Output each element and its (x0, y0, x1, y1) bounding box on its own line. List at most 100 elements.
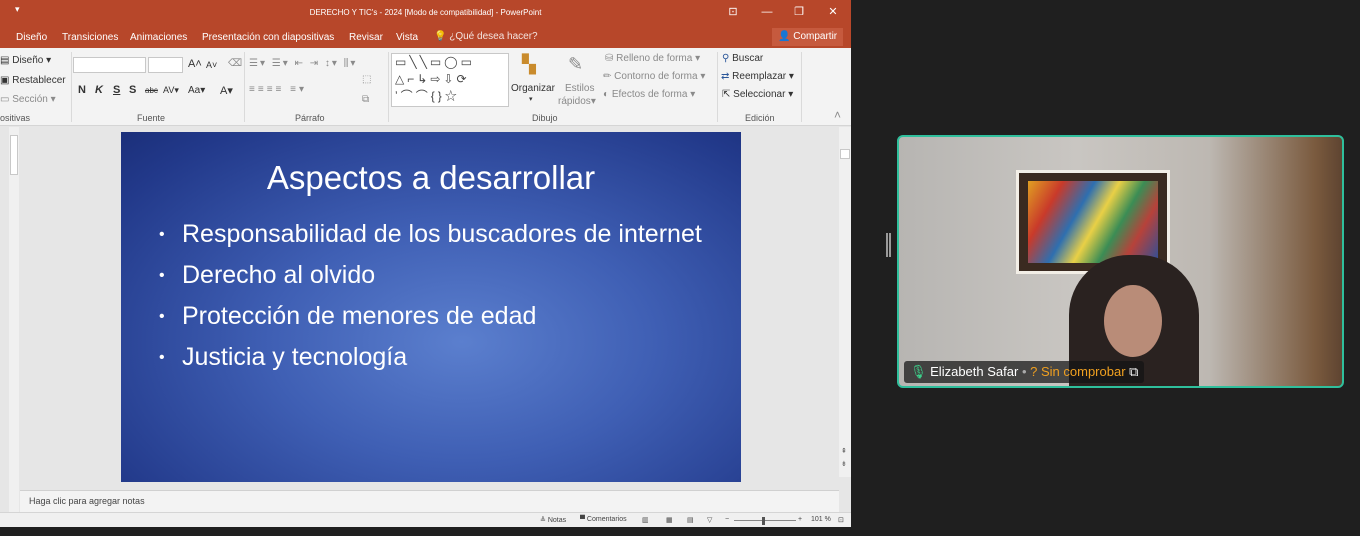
tab-revisar[interactable]: Revisar (349, 32, 383, 43)
separator-dot: • (1021, 364, 1027, 379)
layout-button[interactable]: ▤ Diseño ▾ (0, 55, 51, 66)
zoom-in-icon[interactable]: + (798, 516, 802, 523)
clear-format-icon[interactable]: ⌫ (228, 58, 242, 69)
normal-view-icon[interactable]: ▥ (642, 516, 649, 524)
replace-button[interactable]: ⇄ Reemplazar ▾ (721, 71, 794, 82)
prev-slide-icon[interactable]: ⇞ (841, 447, 847, 455)
tab-vista[interactable]: Vista (396, 32, 418, 43)
zoom-slider-thumb[interactable] (762, 517, 765, 525)
convert-smartart-icon[interactable]: ⧉ (362, 94, 369, 105)
slide-bullets[interactable]: • Responsabilidad de los buscadores de in… (159, 220, 702, 384)
section-button[interactable]: ▭ Sección ▾ (0, 94, 56, 105)
mic-icon: 🎙 (910, 364, 927, 379)
zoom-level[interactable]: 101 % (811, 516, 831, 523)
tab-presentacion[interactable]: Presentación con diapositivas (202, 32, 334, 43)
reset-icon: ▣ (0, 75, 10, 86)
lightbulb-icon: 💡 (434, 31, 447, 42)
tab-animaciones[interactable]: Animaciones (130, 32, 187, 43)
tab-diseno[interactable]: Diseño (16, 32, 47, 43)
shrink-font-button[interactable]: A˅ (206, 60, 217, 70)
shape-outline-button[interactable]: ✏ Contorno de forma ▾ (603, 71, 705, 82)
notes-placeholder: Haga clic para agregar notas (29, 496, 145, 506)
font-name-input[interactable] (73, 57, 146, 73)
restore-ribbon-icon[interactable]: ⊡ (721, 3, 745, 21)
ribbon: ▤ Diseño ▾ ▣ Restablecer ▭ Sección ▾ osi… (0, 48, 851, 126)
layout-icon: ▤ (0, 55, 10, 66)
minimize-icon[interactable]: — (755, 3, 779, 21)
notes-toggle[interactable]: ≜ Notas (540, 516, 566, 524)
separator (717, 52, 718, 122)
char-spacing-button[interactable]: AV▾ (163, 85, 179, 96)
select-button[interactable]: ⇱ Seleccionar ▾ (722, 89, 793, 100)
italic-button[interactable]: K (95, 84, 103, 96)
panel-resize-handle[interactable] (886, 233, 891, 257)
find-button[interactable]: ⚲ Buscar (722, 53, 763, 64)
font-size-input[interactable] (148, 57, 183, 73)
slide-editor[interactable]: Aspectos a desarrollar • Responsabilidad … (0, 127, 851, 490)
share-button[interactable]: 👤 Compartir (772, 28, 844, 46)
ribbon-tabs: Diseño Transiciones Animaciones Presenta… (0, 26, 851, 48)
question-circle-icon: ? (1030, 364, 1038, 379)
shape-fill-button[interactable]: ⛁ Relleno de forma ▾ (605, 53, 700, 64)
align-buttons-row[interactable]: ≡≡≡≡ ≡▾ (249, 84, 307, 95)
grow-font-button[interactable]: A˄ (188, 58, 202, 70)
search-icon: ⚲ (722, 53, 730, 64)
bullet-item: • Derecho al olvido (159, 261, 376, 289)
participant-face (1104, 285, 1162, 357)
shadow-button[interactable]: S (129, 84, 136, 96)
quick-styles-button-line2[interactable]: rápidos▾ (558, 96, 596, 107)
reset-button[interactable]: ▣ Restablecer (0, 75, 66, 86)
quick-styles-button[interactable]: Estilos (565, 83, 594, 94)
maximize-icon[interactable]: ❐ (787, 3, 811, 21)
collapse-ribbon-icon[interactable]: ˄ (834, 108, 841, 122)
shape-icon: ╲ (409, 55, 420, 69)
close-icon[interactable]: ✕ (821, 3, 845, 21)
tell-me-box[interactable]: 💡 ¿Qué desea hacer? (434, 31, 538, 42)
thumbnail-scrollbar[interactable] (9, 127, 19, 512)
comment-icon: ▀ (580, 516, 585, 523)
group-label-font: Fuente (137, 113, 166, 123)
verification-status: Sin comprobar (1040, 364, 1126, 379)
strikethrough-button[interactable]: abc (145, 86, 158, 95)
slide-title[interactable]: Aspectos a desarrollar (121, 159, 741, 197)
arrange-button[interactable]: Organizar (511, 83, 555, 94)
shape-icon: △ (395, 72, 408, 86)
font-color-button[interactable]: A▾ (220, 84, 233, 97)
reading-view-icon[interactable]: ▤ (687, 516, 694, 524)
list-buttons-row[interactable]: ☰▾ ☰▾ ⇤ ⇥ ↕▾ ⫼▾ (249, 58, 357, 69)
scroll-thumb[interactable] (840, 149, 850, 159)
scroll-thumb[interactable] (10, 135, 18, 175)
align-left-icon: ≡ (249, 84, 258, 95)
justify-icon: ≡ (275, 84, 285, 95)
columns-icon: ⫼ (343, 58, 351, 69)
notes-pane[interactable]: Haga clic para agregar notas (20, 490, 839, 512)
status-bar: ≜ Notas ▀ Comentarios ▥ ▦ ▤ ▽ − + 101 % … (0, 512, 851, 527)
shape-icon: ▭ (429, 55, 445, 69)
shapes-gallery[interactable]: ▭╲╲▭◯▭ △⌐↳⇨⇩⟳ ʼ⌒⌒{}☆ (391, 53, 509, 107)
video-tile[interactable]: 🎙 Elizabeth Safar • ? Sin comprobar ⧉ (897, 135, 1344, 388)
zoom-slider[interactable] (734, 520, 796, 521)
shape-icon: ↳ (417, 72, 431, 86)
slide-scrollbar[interactable]: ⇞ ⇟ (839, 127, 851, 477)
chevron-down-icon: ▾ (529, 96, 533, 103)
zoom-out-icon[interactable]: − (725, 516, 729, 523)
change-case-button[interactable]: Aa▾ (188, 85, 205, 96)
participant-name: Elizabeth Safar (930, 364, 1019, 379)
comments-toggle[interactable]: ▀ Comentarios (580, 516, 627, 523)
shape-icon: ⌒ (400, 89, 416, 103)
bullet-icon: • (159, 349, 165, 367)
bullet-icon: • (159, 267, 165, 285)
bold-button[interactable]: N (78, 84, 86, 96)
shape-effects-button[interactable]: ◐ Efectos de forma ▾ (603, 89, 695, 100)
text-direction-icon[interactable]: ⬚ (362, 74, 371, 85)
slideshow-view-icon[interactable]: ▽ (707, 516, 712, 524)
fit-slide-icon[interactable]: ⊡ (838, 516, 844, 524)
bullet-icon: • (159, 308, 165, 326)
next-slide-icon[interactable]: ⇟ (841, 460, 847, 468)
sorter-view-icon[interactable]: ▦ (666, 516, 673, 524)
underline-button[interactable]: S (113, 84, 120, 96)
tab-transiciones[interactable]: Transiciones (62, 32, 118, 43)
slide-canvas[interactable]: Aspectos a desarrollar • Responsabilidad … (121, 132, 741, 482)
participant-nameplate: 🎙 Elizabeth Safar • ? Sin comprobar ⧉ (904, 361, 1145, 383)
align-text-icon: ≡ (290, 84, 299, 95)
